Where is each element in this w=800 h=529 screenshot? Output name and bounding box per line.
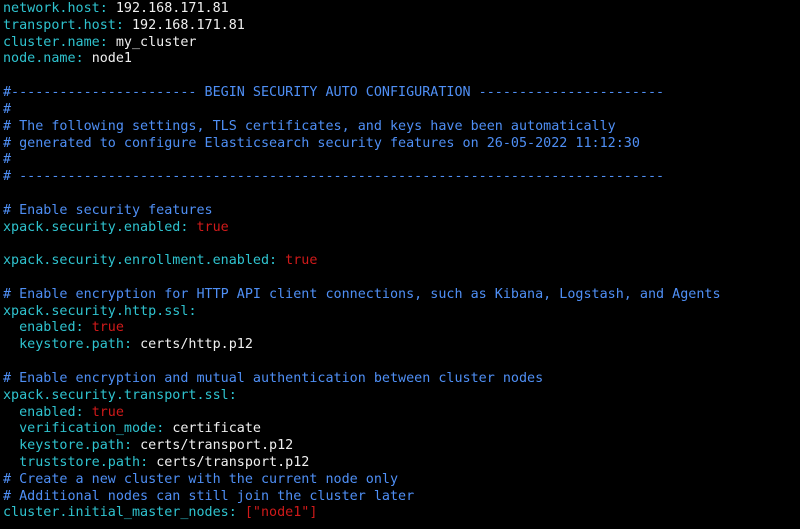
config-line: xpack.security.http.ssl: [3,304,800,321]
config-key: truststore.path [3,454,141,470]
comment-text: # Additional nodes can still join the cl… [3,488,415,504]
key-separator: : [123,438,141,454]
key-separator: : [99,34,116,50]
key-separator: : [140,454,157,470]
config-line: xpack.security.enabled: true [3,220,800,237]
config-value: certs/transport.p12 [140,438,294,454]
config-line: xpack.security.enrollment.enabled: true [3,253,800,270]
config-key: node.name [3,51,76,67]
comment-line: #----------------------- BEGIN SECURITY … [3,85,800,102]
config-value: 192.168.171.81 [132,17,245,33]
comment-line: # The following settings, TLS certificat… [3,119,800,136]
terminal-editor[interactable]: network.host: 192.168.171.81 transport.ho… [0,0,800,529]
comment-text: # Enable security features [3,202,213,218]
config-key: transport.host [3,17,116,33]
comment-text: # --------------------------------------… [3,169,665,185]
comment-text: #----------------------- BEGIN SECURITY … [3,85,665,101]
comment-text: # Enable encryption and mutual authentic… [3,370,544,386]
comment-line: # Enable encryption and mutual authentic… [3,371,800,388]
comment-text: # [3,101,12,117]
config-line: transport.host: 192.168.171.81 [3,18,800,35]
config-value: certificate [172,421,261,437]
config-line: keystore.path: certs/transport.p12 [3,438,800,455]
config-value: true [91,320,124,336]
config-key: xpack.security.enrollment.enabled [3,253,270,269]
config-key: enabled [3,320,76,336]
comment-text: # Enable encryption for HTTP API client … [3,286,721,302]
comment-line: # [3,152,800,169]
config-key: xpack.security.http.ssl [3,303,189,319]
config-value: ["node1"] [244,505,318,521]
config-key: cluster.name [3,34,100,50]
key-separator: : [156,421,173,437]
config-line: network.host: 192.168.171.81 [3,1,800,18]
key-separator: : [75,320,92,336]
config-key: xpack.security.enabled [3,219,181,235]
config-value: true [285,253,318,269]
key-separator: : [228,387,237,403]
key-separator: : [123,337,141,353]
comment-line: # generated to configure Elasticsearch s… [3,136,800,153]
config-value: my_cluster [115,34,197,50]
config-value: certs/http.p12 [140,337,253,353]
config-line: xpack.security.transport.ssl: [3,388,800,405]
comment-line: # Enable encryption for HTTP API client … [3,287,800,304]
key-separator: : [188,303,197,319]
config-line: verification_mode: certificate [3,421,800,438]
comment-text: # generated to configure Elasticsearch s… [3,135,640,151]
key-separator: : [228,505,245,521]
config-key: xpack.security.transport.ssl [3,387,229,403]
key-separator: : [99,1,116,16]
comment-line: # --------------------------------------… [3,169,800,186]
comment-text: # [3,152,12,168]
config-key: verification_mode [3,421,157,437]
config-value: true [91,404,124,420]
config-line: cluster.name: my_cluster [3,35,800,52]
config-key: cluster.initial_master_nodes [3,505,229,521]
config-value: node1 [91,51,132,67]
comment-line: # [3,102,800,119]
config-line: node.name: node1 [3,51,800,68]
config-key: keystore.path [3,438,124,454]
config-key: enabled [3,404,76,420]
config-value: true [196,219,229,235]
comment-line: # Create a new cluster with the current … [3,472,800,489]
config-line: cluster.initial_master_nodes: ["node1"] [3,505,800,522]
comment-text: # Create a new cluster with the current … [3,471,399,487]
config-line: keystore.path: certs/http.p12 [3,337,800,354]
config-value: 192.168.171.81 [115,1,229,16]
config-line: truststore.path: certs/transport.p12 [3,455,800,472]
comment-line: # Enable security features [3,203,800,220]
config-line: enabled: true [3,320,800,337]
config-value: certs/transport.p12 [156,454,310,470]
comment-text: # The following settings, TLS certificat… [3,118,616,134]
key-separator: : [269,253,286,269]
config-line: enabled: true [3,405,800,422]
config-key: keystore.path [3,337,124,353]
key-separator: : [180,219,197,235]
config-key: network.host [3,1,100,16]
comment-line: # Additional nodes can still join the cl… [3,489,800,506]
key-separator: : [75,404,92,420]
key-separator: : [115,17,132,33]
key-separator: : [75,51,92,67]
